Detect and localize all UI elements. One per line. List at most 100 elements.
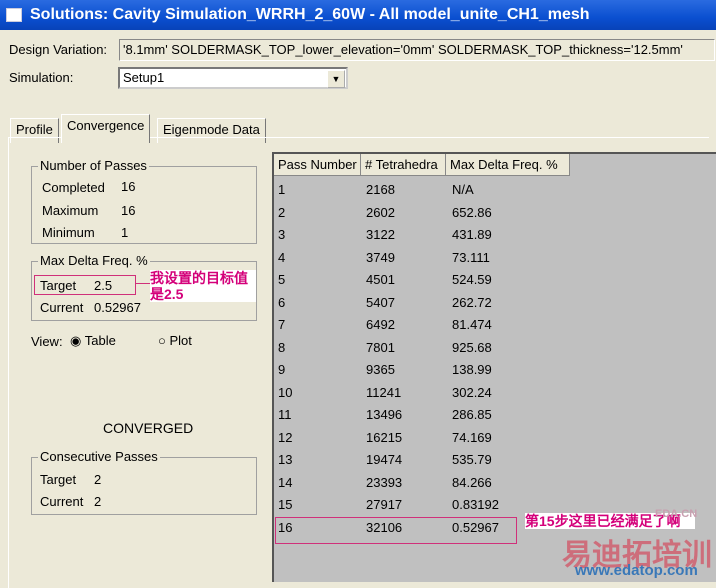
pass-number-cell: 14 [278, 474, 293, 490]
pass-number-cell: 7 [278, 317, 286, 332]
table-row[interactable]: 2 2602 652.86 [274, 202, 714, 225]
tetrahedra-cell: 4501 [366, 272, 395, 287]
table-row[interactable]: 1 2168 N/A [274, 179, 714, 202]
current-label: Current [40, 300, 84, 315]
pass-number-cell: 5 [278, 272, 286, 287]
simulation-value: Setup1 [123, 70, 165, 85]
target-annotation: 我设置的目标值是2.5 [150, 270, 256, 302]
completed-label: Completed [42, 180, 105, 195]
view-label: View: [31, 334, 63, 349]
target-highlight-box [34, 275, 136, 295]
status-text: CONVERGED [103, 420, 194, 436]
view-plot-label: Plot [169, 333, 192, 348]
tetrahedra-cell: 3749 [366, 249, 395, 265]
table-row[interactable]: 12 16215 74.169 [274, 427, 714, 450]
table-row[interactable]: 6 5407 262.72 [274, 292, 714, 315]
max-delta-cell: 524.59 [452, 272, 492, 287]
pass-number-cell: 2 [278, 204, 286, 220]
pass-number-cell: 10 [278, 384, 293, 400]
max-delta-cell: 81.474 [452, 317, 492, 332]
consecutive-current-label: Current [40, 494, 84, 509]
tetrahedra-cell: 6492 [366, 317, 395, 332]
pass-number-cell: 9 [278, 362, 286, 377]
design-variation-field[interactable]: '8.1mm' SOLDERMASK_TOP_lower_elevation='… [119, 39, 715, 61]
tetrahedra-cell: 9365 [366, 362, 395, 377]
pass-number-cell: 4 [278, 249, 286, 265]
maximum-value: 16 [121, 203, 136, 218]
window-icon [6, 8, 22, 22]
table-row[interactable]: 11 13496 286.85 [274, 404, 714, 427]
watermark-small: EDA.CN [655, 508, 698, 520]
pass-number-cell: 11 [278, 407, 292, 422]
table-row[interactable]: 7 6492 81.474 [274, 314, 714, 337]
table-row[interactable]: 5 4501 524.59 [274, 269, 714, 292]
chevron-down-icon[interactable]: ▼ [327, 70, 345, 88]
pass-number-cell: 1 [278, 182, 286, 197]
max-delta-cell: 138.99 [452, 362, 492, 377]
minimum-value: 1 [121, 225, 129, 240]
annotation-line [135, 283, 150, 284]
tetrahedra-cell: 3122 [366, 227, 395, 242]
header-tetrahedra[interactable]: # Tetrahedra [361, 154, 446, 176]
tetrahedra-cell: 19474 [366, 452, 403, 467]
pass-number-cell: 8 [278, 339, 286, 355]
tab-convergence[interactable]: Convergence [61, 114, 151, 143]
max-delta-cell: 652.86 [452, 204, 492, 220]
pass-number-cell: 6 [278, 294, 286, 310]
view-table-label: Table [84, 333, 116, 348]
pass-number-cell: 12 [278, 429, 293, 445]
max-delta-cell: 535.79 [452, 452, 492, 467]
tetrahedra-cell: 13496 [366, 407, 403, 422]
table-row[interactable]: 4 3749 73.111 [274, 247, 714, 270]
minimum-label: Minimum [42, 225, 95, 240]
max-delta-cell: 925.68 [452, 339, 492, 355]
tetrahedra-cell: 16215 [366, 429, 403, 445]
view-plot-radio[interactable]: ○ Plot [158, 333, 192, 348]
consecutive-target-value: 2 [94, 472, 102, 487]
maximum-label: Maximum [42, 203, 99, 218]
pass-number-cell: 15 [278, 497, 293, 512]
table-row[interactable]: 13 19474 535.79 [274, 449, 714, 472]
table-row[interactable]: 9 9365 138.99 [274, 359, 714, 382]
view-table-radio[interactable]: ◉ Table [70, 333, 116, 349]
tetrahedra-cell: 23393 [366, 474, 403, 490]
consecutive-title: Consecutive Passes [38, 449, 160, 464]
table-row[interactable]: 8 7801 925.68 [274, 337, 714, 360]
tetrahedra-cell: 11241 [366, 384, 402, 400]
max-delta-cell: 286.85 [452, 407, 492, 422]
current-value: 0.52967 [94, 300, 141, 315]
delta-title: Max Delta Freq. % [38, 253, 150, 268]
title-bar: Solutions: Cavity Simulation_WRRH_2_60W … [0, 0, 716, 30]
max-delta-cell: 73.111 [452, 249, 490, 265]
table-row[interactable]: 3 3122 431.89 [274, 224, 714, 247]
tetrahedra-cell: 2168 [366, 182, 395, 197]
max-delta-cell: N/A [452, 182, 474, 197]
max-delta-cell: 262.72 [452, 294, 492, 310]
consecutive-group: Consecutive Passes Target 2 Current 2 [31, 449, 257, 515]
max-delta-cell: 0.83192 [452, 497, 499, 512]
design-variation-label: Design Variation: [9, 42, 108, 57]
passes-group: Number of Passes Completed 16 Maximum 16 M… [31, 158, 257, 244]
pass-number-cell: 13 [278, 452, 293, 467]
passes-title: Number of Passes [38, 158, 149, 173]
tetrahedra-cell: 27917 [366, 497, 403, 512]
max-delta-cell: 431.89 [452, 227, 492, 242]
pass-number-cell: 3 [278, 227, 286, 242]
max-delta-cell: 74.169 [452, 429, 492, 445]
tetrahedra-cell: 7801 [366, 339, 395, 355]
table-row[interactable]: 14 23393 84.266 [274, 472, 714, 495]
consecutive-target-label: Target [40, 472, 77, 487]
simulation-label: Simulation: [9, 70, 74, 85]
tetrahedra-cell: 2602 [366, 204, 395, 220]
header-max-delta[interactable]: Max Delta Freq. % [446, 154, 570, 176]
max-delta-cell: 302.24 [452, 384, 492, 400]
max-delta-cell: 84.266 [452, 474, 492, 490]
table-row[interactable]: 10 11241 302.24 [274, 382, 714, 405]
tetrahedra-cell: 5407 [366, 294, 395, 310]
consecutive-current-value: 2 [94, 494, 102, 509]
header-pass-number[interactable]: Pass Number [274, 154, 361, 176]
simulation-select[interactable]: Setup1 ▼ [118, 67, 348, 89]
completed-value: 16 [121, 179, 136, 194]
pass15-highlight-box [275, 517, 517, 544]
window-title: Solutions: Cavity Simulation_WRRH_2_60W … [30, 6, 590, 23]
